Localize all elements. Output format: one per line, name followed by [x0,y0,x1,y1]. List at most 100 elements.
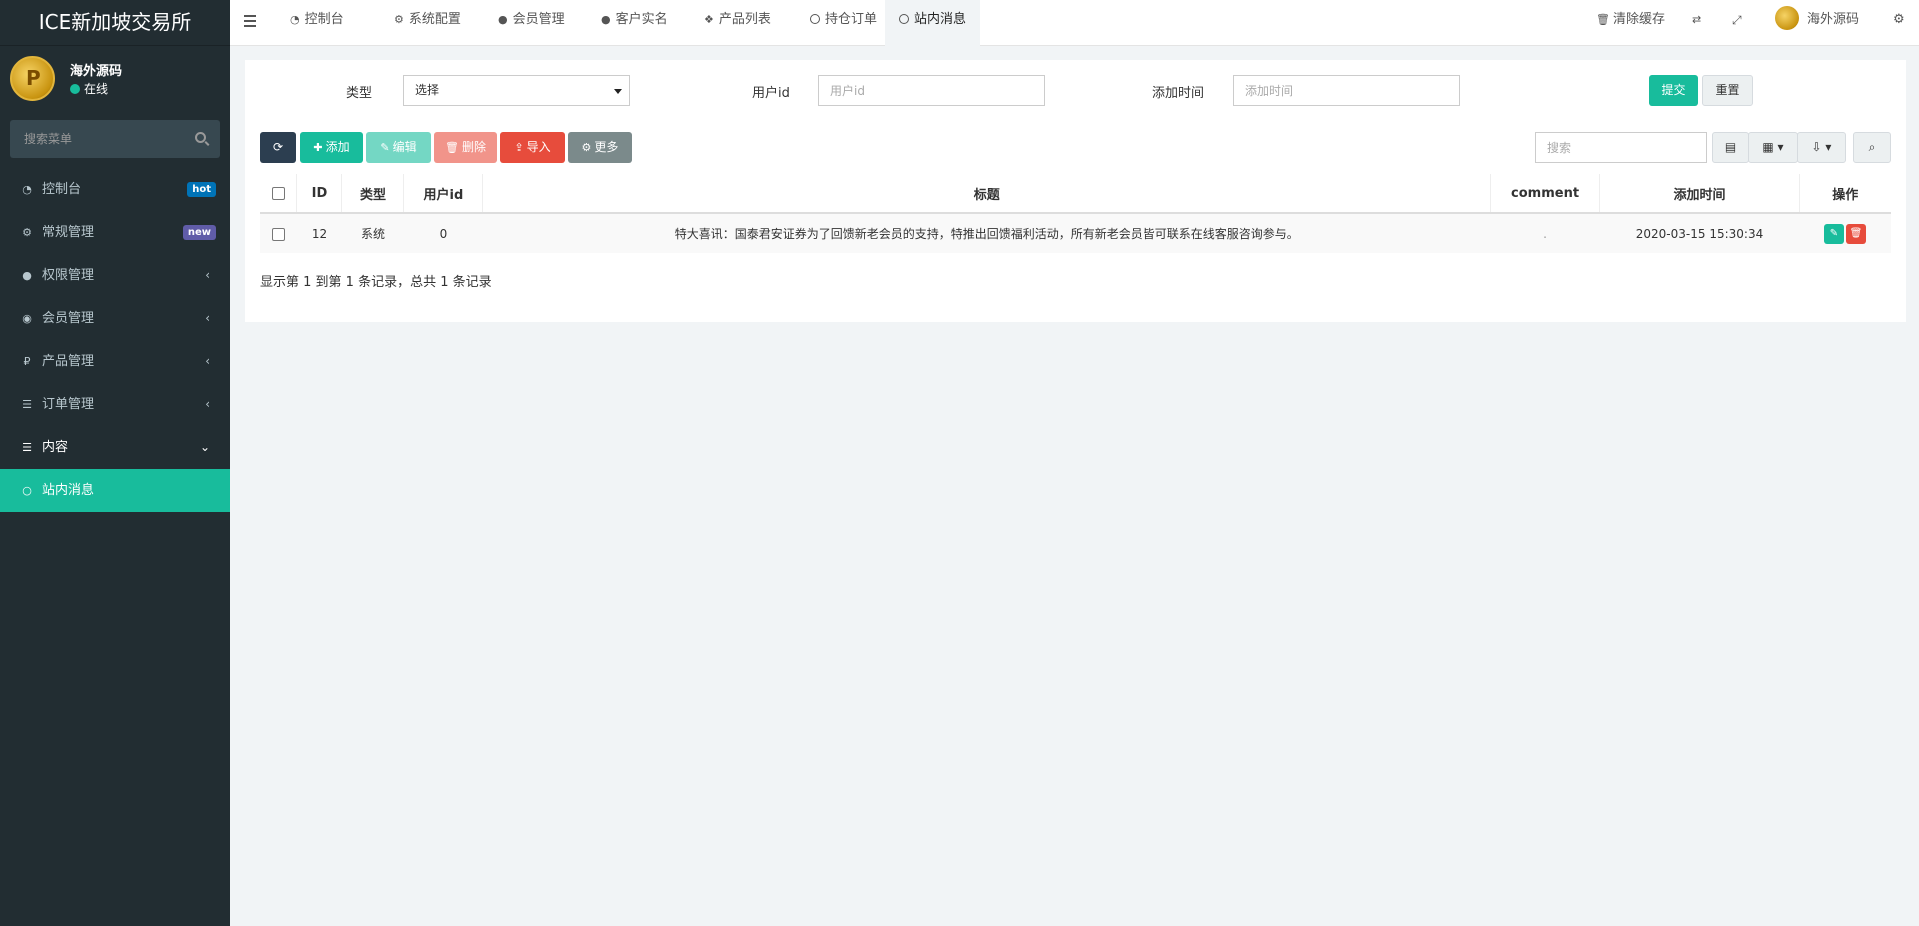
row-select-cell [260,213,298,253]
cell-type: 系统 [341,213,405,253]
toggle-view-button[interactable]: ▤ [1712,132,1749,163]
tab-positions[interactable]: 持仓订单 [796,0,891,46]
row-delete-button[interactable]: 🗑 [1845,223,1866,244]
row-checkbox[interactable] [271,227,285,241]
gear-icon: ⚙ [394,13,404,26]
language-icon[interactable]: ⇄ [1692,0,1701,46]
addtime-input[interactable] [1233,75,1460,106]
row-edit-button[interactable]: ✎ [1823,223,1844,244]
sidebar-item-products[interactable]: ₽ 产品管理 ‹ [0,340,230,383]
sidebar-item-content[interactable]: ☰ 内容 ⌄ [0,426,230,469]
avatar [1775,6,1799,30]
tab-label: 控制台 [304,12,344,27]
sidebar-item-label: 站内消息 [42,483,95,498]
import-button[interactable]: ⇪ 导入 [500,132,565,163]
column-header[interactable]: comment [1490,174,1601,214]
add-label: 添加 [325,140,350,154]
column-header[interactable]: 添加时间 [1599,174,1800,214]
edit-button[interactable]: ✎ 编辑 [366,132,431,163]
sidebar-item-label: 订单管理 [42,397,95,412]
user-menu[interactable]: 海外源码 [1775,0,1859,46]
sidebar-item-label: 内容 [42,440,69,455]
column-header[interactable]: 用户id [403,174,484,214]
table-search-input[interactable] [1535,132,1707,163]
chevron-left-icon: ‹ [205,268,210,282]
ruble-icon: ₽ [23,355,31,368]
tab-products[interactable]: ❖ 产品列表 [690,0,785,46]
upload-icon: ⇪ [514,141,524,154]
sidebar-item-members[interactable]: ◉ 会员管理 ‹ [0,297,230,340]
column-header[interactable]: ID [296,174,343,214]
hot-badge: hot [187,182,216,197]
circle-icon [810,0,820,40]
circle-icon [899,0,909,40]
refresh-button[interactable]: ⟳ [260,132,296,163]
tab-realname[interactable]: ● 客户实名 [587,0,682,46]
sidebar-item-label: 常规管理 [42,225,95,240]
cell-id: 12 [296,213,343,253]
column-header[interactable]: 标题 [482,174,1492,214]
search-icon[interactable] [195,132,206,143]
list-icon: ☰ [22,398,32,411]
trash-icon: 🗑 [445,141,459,154]
app-logo[interactable]: ICE新加坡交易所 [0,0,230,46]
cell-userid: 0 [403,213,484,253]
userid-input[interactable] [818,75,1045,106]
grid-icon: ▦ ▾ [1762,140,1784,154]
main-panel: 类型 选择 用户id 添加时间 提交 重置 ⟳ ✚添加 ✎编辑 🗑删除 ⇪导入 … [245,60,1906,322]
table-row[interactable]: 12 系统 0 特大喜讯：国泰君安证券为了回馈新老会员的支持，特推出回馈福利活动… [260,213,1892,253]
tab-system-config[interactable]: ⚙ 系统配置 [380,0,475,46]
tab-dashboard[interactable]: ◔ 控制台 [276,0,358,46]
add-button[interactable]: ✚ 添加 [300,132,363,163]
advanced-search-button[interactable]: ⌕ [1853,132,1891,163]
tab-members[interactable]: ● 会员管理 [484,0,579,46]
top-navbar: ◔ 控制台 ⚙ 系统配置 ● 会员管理 ● 客户实名 ❖ 产品列表 持仓订单 站内消息 🗑… [230,0,1919,46]
cell-actions: ✎ 🗑 [1799,213,1892,253]
sidebar-item-messages[interactable]: ○ 站内消息 [0,469,230,512]
user-icon: ● [498,13,508,26]
gear-icon: ⚙ [581,141,592,154]
more-button[interactable]: ⚙ 更多 [568,132,632,163]
addtime-label: 添加时间 [1152,86,1205,101]
sidebar-item-label: 会员管理 [42,311,95,326]
tab-messages[interactable]: 站内消息 [885,0,981,46]
user-name: 海外源码 [70,64,123,79]
chevron-left-icon: ‹ [205,354,210,368]
fullscreen-icon[interactable]: ⤢ [1732,0,1742,46]
submit-button[interactable]: 提交 [1649,75,1698,106]
tab-label: 持仓订单 [825,12,878,27]
clear-cache-button[interactable]: 🗑 清除缓存 [1596,0,1665,46]
delete-button[interactable]: 🗑 删除 [434,132,497,163]
cogs-icon: ⚙ [22,226,32,239]
column-header: 操作 [1799,174,1891,214]
columns-button[interactable]: ▦ ▾ [1748,132,1798,163]
avatar [10,56,55,101]
trash-icon: 🗑 [1596,13,1610,26]
export-button[interactable]: ⇩ ▾ [1797,132,1846,163]
tab-label: 客户实名 [615,12,668,27]
menu-toggle-icon[interactable] [244,15,256,27]
user-panel: 海外源码 在线 [0,46,230,118]
circle-icon: ○ [22,484,32,497]
type-select[interactable]: 选择 [403,75,630,106]
sidebar-item-dashboard[interactable]: ◔ 控制台 hot [0,168,230,211]
cell-comment: . [1490,213,1601,253]
column-header[interactable]: 类型 [341,174,405,214]
sidebar-search-input[interactable] [10,120,220,158]
reset-button[interactable]: 重置 [1702,75,1753,106]
cell-title: 特大喜讯：国泰君安证券为了回馈新老会员的支持，特推出回馈福利活动，所有新老会员皆… [482,213,1492,253]
sidebar-item-label: 权限管理 [42,268,95,283]
sidebar-item-orders[interactable]: ☰ 订单管理 ‹ [0,383,230,426]
sidebar-item-auth[interactable]: ● 权限管理 ‹ [0,254,230,297]
tab-label: 会员管理 [512,12,565,27]
chevron-left-icon: ‹ [205,397,210,411]
tab-label: 产品列表 [718,12,771,27]
user-icon: ● [601,13,611,26]
select-all-checkbox[interactable] [271,186,285,200]
sidebar: ICE新加坡交易所 海外源码 在线 ◔ 控制台 hot ⚙ 常规管理 new ● 权限… [0,0,230,926]
settings-icon[interactable]: ⚙ [1893,0,1905,46]
refresh-icon: ⟳ [272,140,284,154]
cell-addtime: 2020-03-15 15:30:34 [1599,213,1800,253]
sidebar-item-general[interactable]: ⚙ 常规管理 new [0,211,230,254]
sidebar-search [10,120,220,158]
